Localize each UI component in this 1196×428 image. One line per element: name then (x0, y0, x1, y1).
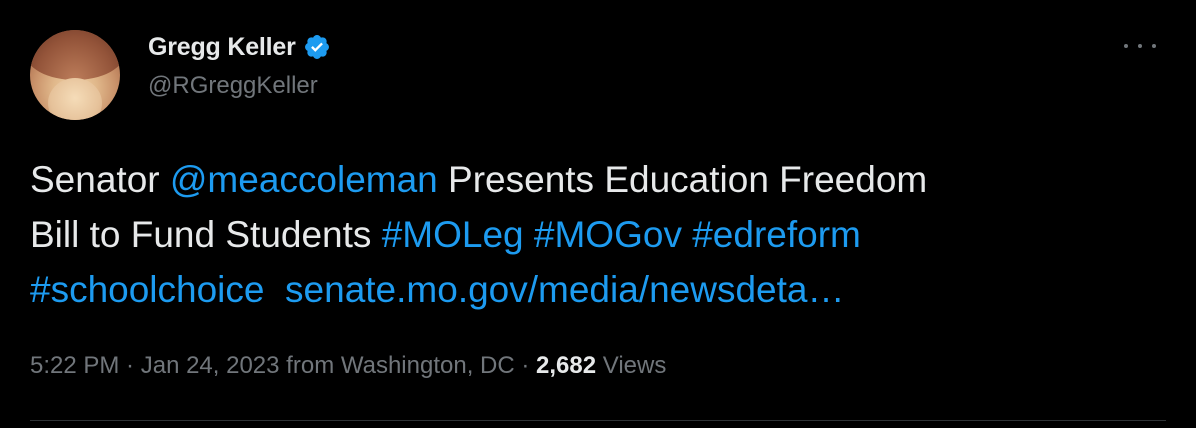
tweet-card: Gregg Keller @RGreggKeller Senator @meac… (0, 0, 1196, 428)
tweet-time[interactable]: 5:22 PM (30, 352, 119, 379)
hashtag-link[interactable]: #MOLeg (382, 214, 524, 255)
meta-separator: · (119, 352, 141, 379)
tweet-text: Senator @meaccoleman Presents Education … (30, 152, 1170, 317)
more-dot (1152, 44, 1156, 48)
tweet-location: from Washington, DC (279, 352, 515, 379)
url-link[interactable]: senate.mo.gov/media/newsdeta… (285, 269, 844, 310)
tweet-date[interactable]: Jan 24, 2023 (141, 352, 280, 379)
tweet-text-segment: Senator (30, 159, 170, 200)
tweet-metadata: 5:22 PM · Jan 24, 2023 from Washington, … (30, 352, 666, 380)
tweet-text-segment (524, 214, 534, 255)
author-handle[interactable]: @RGreggKeller (148, 72, 318, 100)
author-display-name[interactable]: Gregg Keller (148, 33, 296, 62)
hashtag-link[interactable]: #MOGov (534, 214, 682, 255)
author-name-row: Gregg Keller (148, 30, 331, 64)
meta-separator: · (514, 352, 537, 379)
tweet-text-segment (264, 269, 285, 310)
avatar-hair (30, 30, 120, 80)
verified-badge-icon[interactable] (303, 33, 331, 61)
more-dot (1124, 44, 1128, 48)
more-dot (1138, 44, 1142, 48)
views-label: Views (596, 352, 667, 379)
views-count: 2,682 (536, 352, 597, 379)
tweet-text-segment (682, 214, 692, 255)
hashtag-link[interactable]: #schoolchoice (30, 269, 264, 310)
avatar[interactable] (30, 30, 120, 120)
mention-link[interactable]: @meaccoleman (170, 159, 438, 200)
hashtag-link[interactable]: #edreform (692, 214, 861, 255)
avatar-face (48, 78, 102, 120)
more-horizontal-icon[interactable] (1122, 34, 1158, 58)
divider (30, 420, 1166, 421)
